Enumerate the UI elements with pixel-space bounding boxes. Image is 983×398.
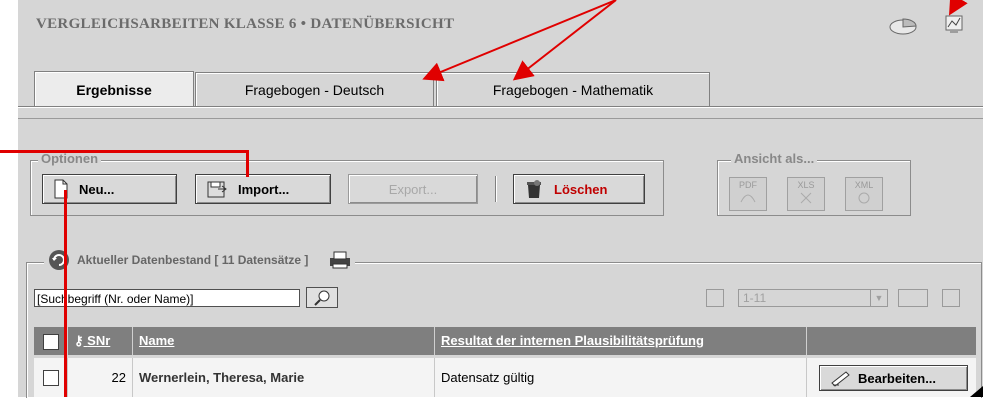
export-button[interactable]: Export...	[348, 174, 478, 204]
table-header: ⚷ SNr Name Resultat der internen Plausib…	[34, 327, 976, 355]
edit-icon	[831, 371, 850, 387]
column-header-name[interactable]: Name	[133, 327, 435, 355]
format-label: XML	[854, 180, 874, 190]
tab-fragebogen-mathematik[interactable]: Fragebogen - Mathematik	[436, 72, 710, 106]
annotation-line	[246, 150, 249, 177]
delete-button-label: Löschen	[554, 181, 608, 197]
new-button-label: Neu...	[79, 181, 115, 197]
key-icon: ⚷	[74, 333, 84, 348]
page-title: VERGLEICHSARBEITEN KLASSE 6 • DATENÜBERS…	[36, 16, 455, 32]
options-legend: Optionen	[38, 151, 102, 166]
tab-ergebnisse[interactable]: Ergebnisse	[34, 71, 194, 107]
excel-icon	[800, 192, 812, 204]
annotation-line	[64, 190, 67, 397]
row-result: Datensatz gültig	[435, 358, 807, 397]
next-page-button[interactable]	[942, 289, 960, 307]
globe-icon	[858, 192, 870, 204]
search-button[interactable]	[306, 287, 338, 308]
graph-icon[interactable]	[944, 14, 966, 36]
xls-export-icon[interactable]: XLS	[787, 177, 825, 211]
edit-button-label: Bearbeiten...	[858, 370, 937, 386]
table-row: 22 Wernerlein, Theresa, Marie Datensatz …	[34, 358, 976, 397]
column-header-snr[interactable]: ⚷ SNr	[68, 327, 133, 355]
delete-button[interactable]: Löschen	[513, 174, 645, 204]
dataset-legend: Aktueller Datenbestand [ 11 Datensätze ]	[44, 248, 356, 272]
edit-button[interactable]: Bearbeiten...	[819, 365, 968, 391]
options-separator	[495, 176, 497, 202]
row-actions-cell: Bearbeiten...	[807, 358, 976, 397]
format-label: XLS	[797, 180, 815, 190]
dataset-title: Aktueller Datenbestand [ 11 Datensätze ]	[77, 253, 309, 267]
new-button[interactable]: Neu...	[42, 174, 177, 204]
column-header-result[interactable]: Resultat der internen Plausibilitätsprüf…	[435, 327, 807, 355]
row-select-cell	[34, 358, 68, 397]
row-checkbox[interactable]	[43, 370, 59, 386]
chart-icon[interactable]	[888, 14, 918, 36]
xml-export-icon[interactable]: XML	[845, 177, 883, 211]
tab-fragebogen-deutsch[interactable]: Fragebogen - Deutsch	[195, 72, 434, 106]
print-icon[interactable]	[328, 250, 352, 270]
export-button-label: Export...	[388, 181, 438, 197]
acrobat-icon	[740, 194, 756, 203]
column-header-actions	[807, 327, 976, 355]
tab-label: Fragebogen - Deutsch	[244, 81, 385, 98]
import-button[interactable]: Import...	[195, 174, 331, 204]
select-all-checkbox[interactable]	[43, 334, 59, 350]
tab-label: Fragebogen - Mathematik	[492, 81, 654, 98]
import-icon	[207, 181, 227, 198]
row-snr: 22	[68, 358, 133, 397]
tab-label: Ergebnisse	[76, 81, 152, 98]
column-label: Name	[139, 333, 175, 348]
trash-icon	[527, 180, 541, 198]
pdf-export-icon[interactable]: PDF	[729, 177, 767, 211]
tab-divider-lower	[18, 118, 983, 119]
column-label: SNr	[87, 333, 111, 348]
refresh-icon[interactable]	[47, 248, 71, 272]
view-as-legend: Ansicht als...	[731, 151, 818, 166]
annotation-line	[0, 150, 248, 153]
row-name: Wernerlein, Theresa, Marie	[133, 358, 435, 397]
page-range-value: 1-11	[743, 291, 767, 305]
go-button[interactable]	[898, 289, 928, 307]
import-button-label: Import...	[238, 181, 290, 197]
format-label: PDF	[739, 180, 757, 190]
chevron-down-icon: ▼	[870, 290, 887, 306]
select-all-cell	[34, 327, 68, 355]
search-input[interactable]: [Suchbegriff (Nr. oder Name)]	[34, 289, 300, 307]
page-range-select[interactable]: 1-11 ▼	[738, 289, 888, 307]
search-icon	[314, 290, 330, 306]
tab-divider	[18, 106, 983, 107]
prev-page-button[interactable]	[706, 289, 724, 307]
column-label: Resultat der internen Plausibilitätsprüf…	[441, 333, 704, 348]
